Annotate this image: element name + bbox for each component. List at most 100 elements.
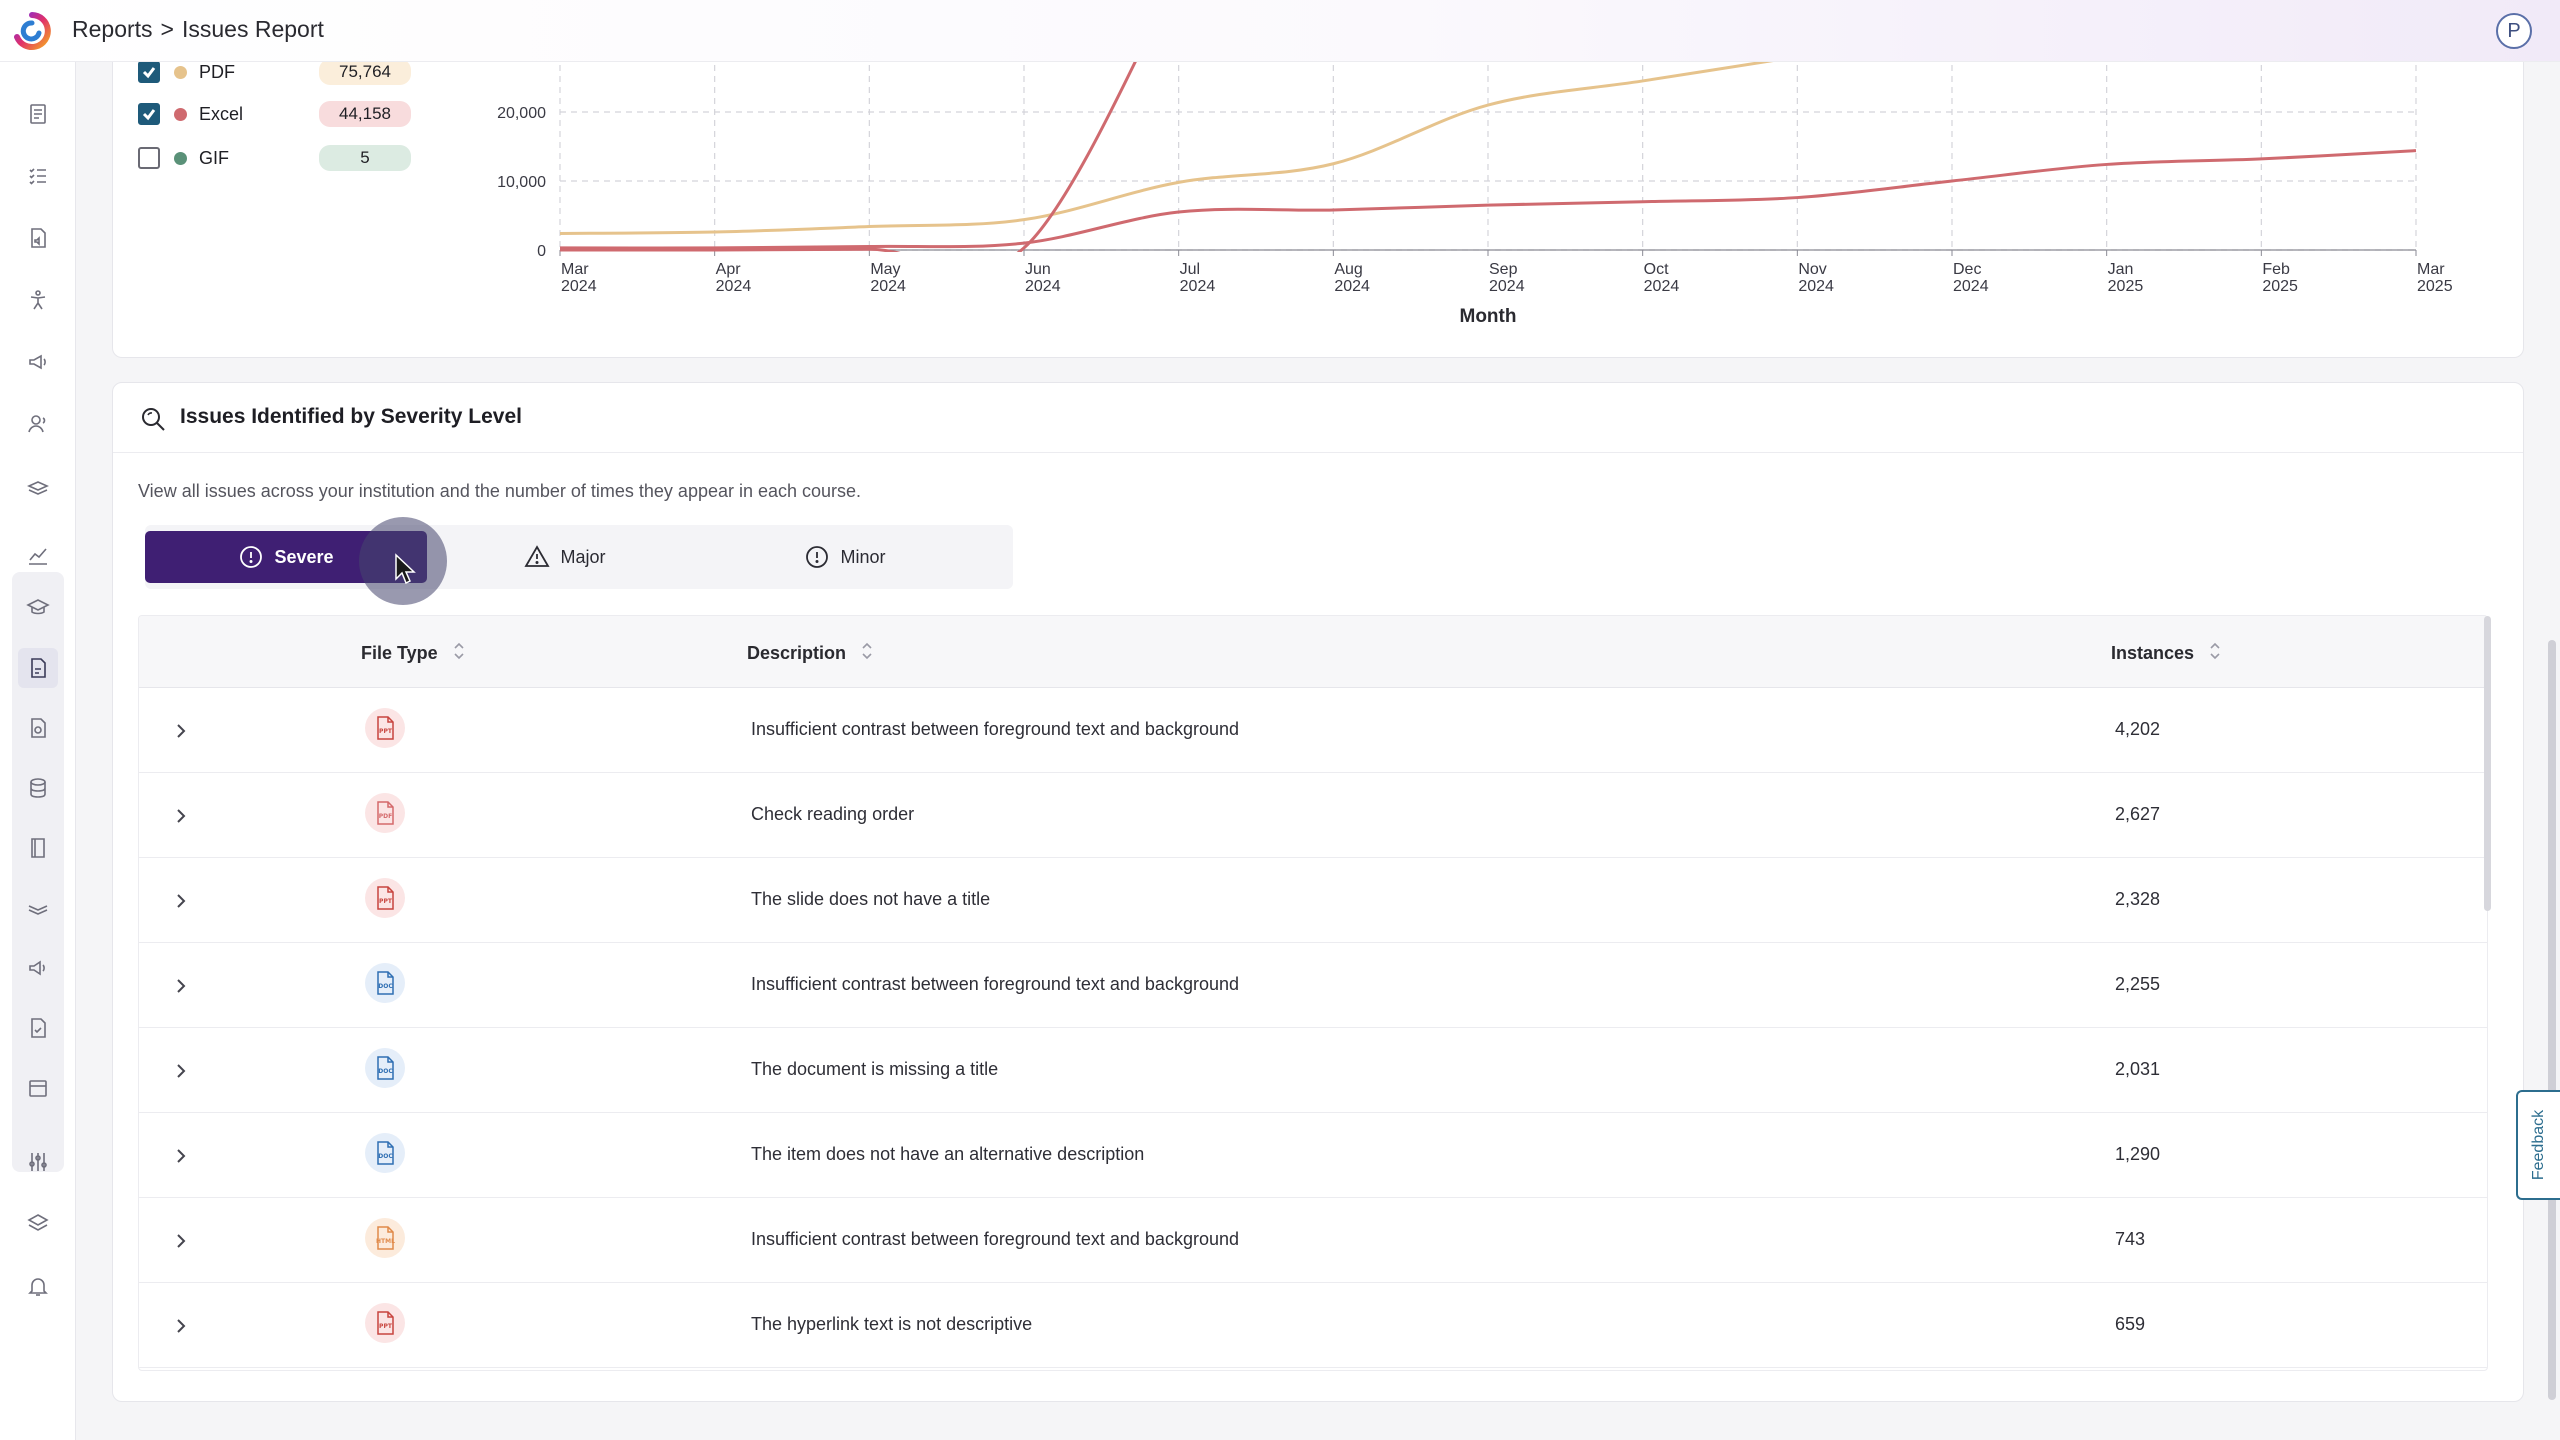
feedback-button[interactable]: Feedback — [2516, 1090, 2560, 1200]
file-ppt-icon: PPT — [365, 1303, 405, 1343]
column-instances[interactable]: Instances — [2111, 640, 2222, 667]
sort-icon[interactable] — [860, 640, 874, 667]
table-row[interactable]: PDF Check reading order 2,627 — [139, 773, 2487, 858]
sidebar-users-icon[interactable] — [22, 408, 54, 440]
legend-item-excel[interactable]: Excel 44,158 — [138, 96, 418, 132]
table-row[interactable]: HTML Insufficient contrast between foregr… — [139, 1198, 2487, 1283]
table-header: File Type Description Instances — [139, 616, 2487, 688]
breadcrumb: Reports > Issues Report — [72, 16, 324, 43]
sort-icon[interactable] — [452, 640, 466, 667]
sidebar-speaker-icon[interactable] — [22, 952, 54, 984]
excel-checkbox[interactable] — [138, 103, 160, 125]
column-description[interactable]: Description — [747, 640, 874, 667]
top-bar: Reports > Issues Report P — [0, 0, 2560, 62]
x-tick-label: Jul — [1180, 261, 1200, 278]
x-tick-label: Sep — [1489, 261, 1518, 278]
accessibility-icon — [30, 290, 46, 310]
x-tick-label: 2024 — [1798, 278, 1834, 295]
book-icon — [31, 838, 45, 858]
tab-minor-label: Minor — [840, 546, 886, 567]
sidebar-calendar-icon[interactable] — [22, 1072, 54, 1104]
issue-instances: 2,255 — [2115, 974, 2161, 994]
x-tick-label: Jun — [1025, 261, 1051, 278]
sidebar-file-report-icon[interactable] — [18, 648, 58, 688]
speaker-icon — [29, 960, 45, 976]
page-scrollbar[interactable] — [2548, 640, 2556, 1400]
expand-chevron-icon[interactable] — [169, 719, 193, 743]
table-row[interactable]: DOC The item does not have an alternative… — [139, 1113, 2487, 1198]
issue-description: The hyperlink text is not descriptive — [751, 1314, 1033, 1334]
x-tick-label: 2024 — [870, 278, 906, 295]
issue-description: The document is missing a title — [751, 1059, 999, 1079]
issue-description: Insufficient contrast between foreground… — [751, 1229, 1239, 1249]
expand-chevron-icon[interactable] — [169, 1144, 193, 1168]
expand-chevron-icon[interactable] — [169, 1229, 193, 1253]
sliders-icon — [29, 1153, 47, 1171]
expand-chevron-icon[interactable] — [169, 1314, 193, 1338]
sidebar-accessibility-icon[interactable] — [22, 284, 54, 316]
issue-instances: 2,031 — [2115, 1059, 2161, 1079]
sidebar-file-search-icon[interactable] — [22, 712, 54, 744]
sidebar-file-audio-icon[interactable] — [22, 222, 54, 254]
content-icon — [30, 104, 46, 124]
file-html-icon: HTML — [365, 1218, 405, 1258]
sidebar-sliders-icon[interactable] — [22, 1146, 54, 1178]
sidebar-checklist-icon[interactable] — [22, 160, 54, 192]
sidebar-layers-icon[interactable] — [22, 1208, 54, 1240]
table-row[interactable]: PPT The hyperlink text is not descriptive… — [139, 1283, 2487, 1368]
legend-item-gif[interactable]: GIF 5 — [138, 140, 418, 176]
sort-icon[interactable] — [2208, 640, 2222, 667]
expand-chevron-icon[interactable] — [169, 804, 193, 828]
legend-count: 5 — [319, 145, 411, 171]
table-row[interactable]: DOC Insufficient contrast between foregro… — [139, 943, 2487, 1028]
breadcrumb-reports-link[interactable]: Reports — [72, 16, 153, 43]
expand-chevron-icon[interactable] — [169, 1059, 193, 1083]
sidebar-book-icon[interactable] — [22, 832, 54, 864]
legend-count: 44,158 — [319, 101, 411, 127]
sidebar-bell-icon[interactable] — [22, 1270, 54, 1302]
sidebar-course-icon[interactable] — [22, 472, 54, 504]
x-tick-label: 2024 — [1953, 278, 1989, 295]
issues-card: Issues Identified by Severity Level View… — [112, 382, 2524, 1402]
pdf-checkbox[interactable] — [138, 61, 160, 83]
app-logo[interactable] — [12, 11, 52, 51]
tab-minor[interactable]: Minor — [705, 531, 985, 583]
expand-chevron-icon[interactable] — [169, 974, 193, 998]
sidebar-graduation-cap-icon[interactable] — [22, 592, 54, 624]
issue-instances: 743 — [2115, 1229, 2146, 1249]
gif-checkbox[interactable] — [138, 147, 160, 169]
sidebar-chart-line-icon[interactable] — [22, 540, 54, 572]
table-row[interactable]: PPT Insufficient contrast between foregro… — [139, 688, 2487, 773]
user-avatar[interactable]: P — [2496, 13, 2532, 49]
mouse-cursor-icon — [395, 553, 416, 585]
sidebar-file-audit-icon[interactable] — [22, 1012, 54, 1044]
file-ppt-icon: PPT — [365, 708, 405, 748]
x-tick-label: 2024 — [1334, 278, 1370, 295]
x-tick-label: 2024 — [1180, 278, 1216, 295]
legend-count: 75,764 — [319, 59, 411, 85]
table-row[interactable]: DOC The document is missing a title 2,031 — [139, 1028, 2487, 1113]
sidebar-learning-icon[interactable] — [22, 892, 54, 924]
search-icon — [142, 408, 165, 431]
table-scrollbar[interactable] — [2484, 616, 2491, 911]
x-tick-label: 2025 — [2417, 278, 2453, 295]
warning-triangle-icon — [524, 545, 551, 567]
x-tick-label: Dec — [1953, 261, 1981, 278]
sidebar-megaphone-icon[interactable] — [22, 346, 54, 378]
column-description-label: Description — [747, 643, 847, 663]
sidebar-content-icon[interactable] — [22, 98, 54, 130]
tab-major[interactable]: Major — [445, 531, 685, 583]
bell-icon — [28, 1278, 48, 1296]
file-doc-icon: DOC — [365, 1133, 405, 1173]
x-tick-label: 2024 — [561, 278, 597, 295]
issue-description: Insufficient contrast between foreground… — [751, 719, 1239, 739]
graduation-cap-icon — [26, 599, 50, 615]
svg-text:PPT: PPT — [379, 728, 393, 735]
column-file-type[interactable]: File Type — [361, 640, 466, 667]
svg-text:DOC: DOC — [378, 983, 393, 990]
table-row[interactable]: PPT The slide does not have a title 2,328 — [139, 858, 2487, 943]
issue-instances: 2,328 — [2115, 889, 2161, 909]
expand-chevron-icon[interactable] — [169, 889, 193, 913]
sidebar-database-icon[interactable] — [22, 772, 54, 804]
issues-table: File Type Description Instances PPT Insuf… — [138, 615, 2488, 1371]
